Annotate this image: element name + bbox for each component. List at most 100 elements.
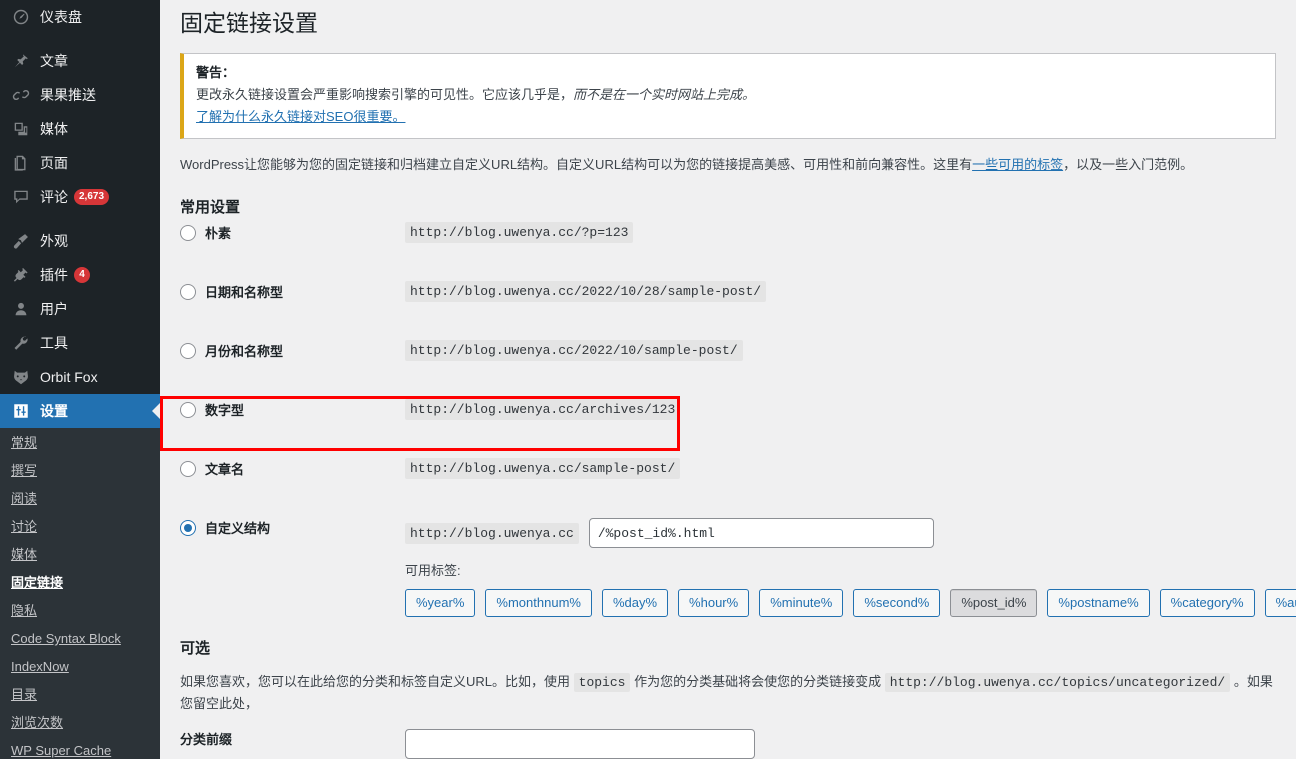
structure-tag-button-postname[interactable]: %postname%: [1047, 589, 1150, 618]
sidebar-item-label: 设置: [40, 403, 68, 419]
permalink-option-numeric[interactable]: 数字型: [180, 400, 244, 419]
permalink-option-row-custom: 自定义结构 http://blog.uwenya.cc 可用标签: %year% %mo…: [180, 518, 1296, 618]
permalink-option-url-cell: http://blog.uwenya.cc/?p=123: [405, 222, 1296, 282]
permalink-option-custom[interactable]: 自定义结构: [180, 518, 270, 537]
sidebar-item-label: 果果推送: [40, 87, 96, 103]
structure-tag-button-year[interactable]: %year%: [405, 589, 476, 618]
permalink-option-label-cell: 朴素: [180, 223, 405, 282]
warning-link-row: 了解为什么永久链接对SEO很重要。: [196, 107, 1263, 127]
submenu-item-privacy[interactable]: 隐私: [0, 597, 160, 625]
radio-plain[interactable]: [180, 224, 196, 241]
submenu-item-reading[interactable]: 阅读: [0, 485, 160, 513]
permalink-example-url: http://blog.uwenya.cc/sample-post/: [405, 458, 681, 480]
permalink-option-row-day-and-name: 日期和名称型 http://blog.uwenya.cc/2022/10/28/s…: [180, 281, 1296, 341]
permalink-option-label: 朴素: [205, 226, 232, 242]
users-icon: [11, 299, 31, 319]
sidebar-item-settings[interactable]: 设置: [0, 394, 160, 428]
structure-tag-button-hour[interactable]: %hour%: [678, 589, 750, 618]
fox-icon: [11, 367, 31, 387]
structure-tag-button-second[interactable]: %second%: [853, 589, 941, 618]
custom-structure-input[interactable]: [588, 518, 934, 549]
optional-desc-1: 如果您喜欢，您可以在此给您的分类和标签自定义URL。比如，使用: [180, 674, 571, 690]
sidebar-item-label: 文章: [40, 53, 68, 69]
permalink-option-post-name[interactable]: 文章名: [180, 459, 244, 478]
permalink-option-label: 文章名: [205, 462, 245, 478]
permalink-option-label-cell: 数字型: [180, 400, 405, 459]
structure-tag-button-day[interactable]: %day%: [601, 589, 669, 618]
permalink-option-row-plain: 朴素 http://blog.uwenya.cc/?p=123: [180, 222, 1296, 282]
custom-structure-label: 自定义结构: [205, 521, 271, 537]
sidebar-item-guoguo-push[interactable]: 果果推送: [0, 78, 160, 112]
permalink-example-url: http://blog.uwenya.cc/archives/123: [405, 399, 681, 421]
sidebar-item-dashboard[interactable]: 仪表盘: [0, 0, 160, 34]
sidebar-item-label: 工具: [40, 335, 68, 351]
permalink-option-month-and-name[interactable]: 月份和名称型: [180, 341, 283, 360]
submenu-item-wp-super-cache[interactable]: WP Super Cache: [0, 737, 160, 759]
permalink-example-url: http://blog.uwenya.cc/2022/10/28/sample-…: [405, 281, 767, 303]
sidebar-item-label: 媒体: [40, 121, 68, 137]
category-base-row: 分类前缀: [180, 728, 1296, 759]
permalink-option-url-cell: http://blog.uwenya.cc/sample-post/: [405, 458, 1296, 518]
sidebar-item-plugins[interactable]: 插件 4: [0, 258, 160, 292]
radio-month-and-name[interactable]: [180, 342, 196, 359]
category-base-input[interactable]: [405, 728, 755, 759]
permalink-option-label: 数字型: [205, 403, 245, 419]
radio-numeric[interactable]: [180, 401, 196, 418]
available-tags-link[interactable]: 一些可用的标签: [972, 157, 1063, 172]
comments-icon: [11, 187, 31, 207]
settings-submenu: 常规 撰写 阅读 讨论 媒体 固定链接 隐私 Code Syntax Block IndexNo…: [0, 428, 160, 759]
permalink-option-label-cell: 日期和名称型: [180, 282, 405, 341]
sidebar-item-label: 插件: [40, 267, 68, 283]
sidebar-item-label: 用户: [40, 301, 68, 317]
structure-tag-button-category[interactable]: %category%: [1159, 589, 1255, 618]
structure-tag-button-post_id[interactable]: %post_id%: [950, 589, 1038, 618]
pages-icon: [11, 153, 31, 173]
structure-tag-button-monthnum[interactable]: %monthnum%: [485, 589, 592, 618]
submenu-item-code-syntax-block[interactable]: Code Syntax Block: [0, 625, 160, 653]
sidebar-item-comments[interactable]: 评论 2,673: [0, 180, 160, 214]
radio-post-name[interactable]: [180, 460, 196, 477]
submenu-item-indexnow[interactable]: IndexNow: [0, 653, 160, 681]
submenu-item-toc[interactable]: 目录: [0, 681, 160, 709]
sidebar-badge: 4: [74, 267, 90, 283]
submenu-item-general[interactable]: 常规: [0, 429, 160, 457]
optional-table: 分类前缀: [180, 728, 1296, 759]
submenu-item-page-views[interactable]: 浏览次数: [0, 709, 160, 737]
submenu-item-discussion[interactable]: 讨论: [0, 513, 160, 541]
radio-custom[interactable]: [180, 519, 196, 536]
sidebar-item-users[interactable]: 用户: [0, 292, 160, 326]
sidebar-item-label: Orbit Fox: [40, 369, 98, 385]
permalink-option-url-cell: http://blog.uwenya.cc/2022/10/28/sample-…: [405, 281, 1296, 341]
available-tags-label: 可用标签:: [405, 563, 461, 579]
submenu-item-writing[interactable]: 撰写: [0, 457, 160, 485]
media-icon: [11, 119, 31, 139]
submenu-item-permalinks[interactable]: 固定链接: [0, 569, 160, 597]
seo-learn-more-link[interactable]: 了解为什么永久链接对SEO很重要。: [196, 109, 405, 124]
intro-paragraph: WordPress让您能够为您的固定链接和归档建立自定义URL结构。自定义URL…: [180, 155, 1276, 176]
custom-structure-base-url: http://blog.uwenya.cc: [405, 522, 579, 544]
sidebar-item-tools[interactable]: 工具: [0, 326, 160, 360]
permalink-option-row-month-and-name: 月份和名称型 http://blog.uwenya.cc/2022/10/samp…: [180, 340, 1296, 400]
permalink-options-table: 朴素 http://blog.uwenya.cc/?p=123 日期和名称型 http…: [180, 222, 1296, 618]
optional-code-topics: topics: [573, 673, 631, 693]
optional-heading: 可选: [180, 640, 211, 658]
structure-tags-bar: %year% %monthnum% %day% %hour% %minute% %seco…: [405, 589, 1296, 618]
dashboard-icon: [11, 7, 31, 27]
warning-body-text: 更改永久链接设置会严重影响搜索引擎的可见性。它应该几乎是，: [196, 87, 574, 103]
radio-day-and-name[interactable]: [180, 283, 196, 300]
structure-tag-button-minute[interactable]: %minute%: [759, 589, 844, 618]
submenu-item-media[interactable]: 媒体: [0, 541, 160, 569]
sidebar-item-orbit-fox[interactable]: Orbit Fox: [0, 360, 160, 394]
category-base-label: 分类前缀: [180, 731, 233, 747]
structure-tag-button-author[interactable]: %author%: [1264, 589, 1296, 618]
sidebar-item-appearance[interactable]: 外观: [0, 224, 160, 258]
permalink-option-label: 日期和名称型: [205, 285, 284, 301]
sidebar-item-media[interactable]: 媒体: [0, 112, 160, 146]
custom-structure-line: http://blog.uwenya.cc: [405, 518, 1296, 549]
permalink-option-plain[interactable]: 朴素: [180, 223, 231, 242]
sidebar-item-posts[interactable]: 文章: [0, 44, 160, 78]
permalink-example-url: http://blog.uwenya.cc/2022/10/sample-pos…: [405, 340, 743, 362]
permalink-warning-notice: 警告： 更改永久链接设置会严重影响搜索引擎的可见性。它应该几乎是，而不是在一个实…: [180, 52, 1276, 140]
sidebar-item-pages[interactable]: 页面: [0, 146, 160, 180]
permalink-option-day-and-name[interactable]: 日期和名称型: [180, 282, 283, 301]
